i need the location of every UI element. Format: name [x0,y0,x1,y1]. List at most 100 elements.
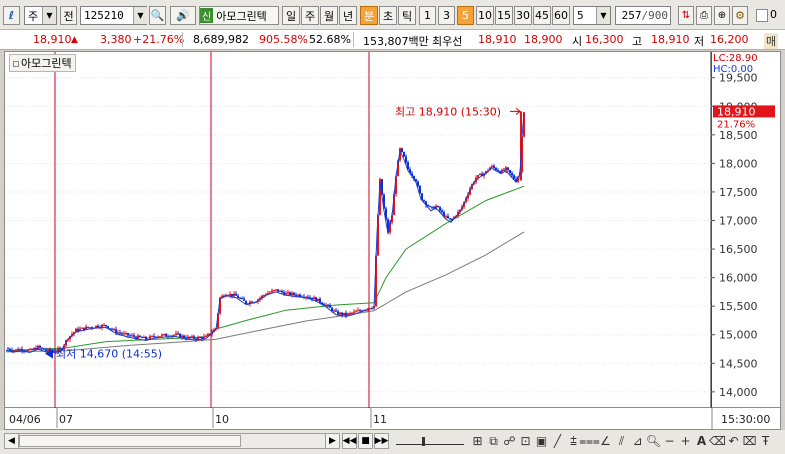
gann-tool-button[interactable]: ⊿ [630,432,645,450]
trend-tool-button[interactable]: ⩶ [579,432,600,450]
period-week-button[interactable]: 주 [301,6,319,25]
candle-body [9,348,11,351]
x-tick-label: 07 [59,413,73,426]
magnify-tool-button[interactable]: 🔍︎ [646,432,661,450]
delete-tool-button[interactable]: ⌫ [709,432,726,450]
price-chart-canvas: 최고 18,910 (15:30) 최저 14,670 (14:55) [5,52,712,409]
candle-body [319,298,321,303]
low-label: 저 [694,35,705,48]
x-tick-label: 11 [373,413,387,426]
candle-body [293,292,295,295]
ma20-line [5,185,525,352]
period-dropdown-button[interactable]: ▼ [42,7,56,24]
zoom-slider-handle[interactable] [422,437,425,446]
interval-5-button[interactable]: 5 [457,6,474,25]
settings-button[interactable]: ⚙ [732,6,748,25]
sync-checkbox[interactable] [756,9,768,22]
zoom-in-button[interactable]: + [678,432,693,450]
candle-body [273,290,275,292]
legend-label: 아모그린텍 [21,57,72,70]
interval-3-button[interactable]: 3 [438,6,455,25]
interval-10-button[interactable]: 10 [476,6,494,25]
period-day-label: 일 [285,9,297,23]
y-tick-label: 15,000 [719,329,758,342]
zoom-icon: ⊕ [717,10,727,21]
candle-body [143,336,145,338]
text-tool-button[interactable]: A [694,432,709,450]
candle-body [187,336,189,339]
zoom-button[interactable]: ⊕ [714,6,730,25]
pattern-tool-button[interactable]: ⊡ [518,432,533,450]
price-chart[interactable]: 최고 18,910 (15:30) 최저 14,670 (14:55) 아모그린텍 [4,51,712,409]
order-book-label[interactable]: 매 [764,33,779,49]
zoom-slider[interactable] [396,437,464,446]
high-label: 고 [632,35,643,48]
search-button[interactable]: 🔍 [149,6,166,25]
horizontal-scrollbar[interactable]: ◀ ▶ [4,433,340,449]
eraser-tool-button[interactable]: ⌧ [742,432,757,450]
channel-icon: ⫽ [618,433,625,448]
angle-tool-button[interactable]: ∠ [598,432,613,450]
interval-60-button[interactable]: 60 [552,6,570,25]
period-month-button[interactable]: 월 [320,6,338,25]
candle-body [269,292,271,294]
stock-code-dropdown[interactable]: ▼ [133,7,147,24]
sound-button[interactable]: 🔊 [170,6,196,25]
interval-45-button[interactable]: 45 [533,6,551,25]
pointer-tool-button[interactable]: ☍ [502,432,517,450]
rewind-button[interactable]: ◀◀ [342,433,357,449]
stock-legend[interactable]: 아모그린텍 [9,54,76,72]
crosshair-tool-button[interactable]: ⊞ [470,432,485,450]
interval-count-dropdown[interactable]: ▼ [596,7,610,24]
scroll-thumb[interactable] [19,435,241,447]
candle-body [191,336,193,338]
copy-icon: ⧉ [489,433,498,448]
current-price: 18,910 [33,33,72,46]
candle-body [177,333,179,335]
time-label: 15:30:00 [721,413,770,426]
candle-body [243,298,245,301]
scroll-right-button[interactable]: ▶ [325,433,340,449]
sync-checkbox-label: 0 [770,8,777,21]
candle-body [439,207,441,211]
candle-body [141,337,143,339]
open-price: 16,300 [585,33,624,46]
box-tool-button[interactable]: ▣ [534,432,549,450]
copy-tool-button[interactable]: ⧉ [486,432,501,450]
market-label: 전 [63,9,74,23]
candle-body [201,337,203,339]
period-day-button[interactable]: 일 [282,6,300,25]
interval-30-button[interactable]: 30 [514,6,532,25]
caret-right-icon: ▶ [329,436,336,446]
channel-tool-button[interactable]: ⫽ [614,432,629,450]
period-second-button[interactable]: 초 [379,6,397,25]
stop-button[interactable]: ■ [358,433,373,449]
font-tool-button[interactable]: Ŧ [758,432,773,450]
period-tick-button[interactable]: 틱 [398,6,416,25]
zoom-out-button[interactable]: − [662,432,677,450]
stock-name-field: 신 아모그린텍 [199,6,279,25]
undo-tool-button[interactable]: ↶ [726,432,741,450]
line-tool-button[interactable]: ╱ [550,432,565,450]
fast-forward-button[interactable]: ▶▶ [374,433,389,449]
new-listing-badge: 신 [200,8,214,23]
candle-body [125,333,127,335]
divider [353,32,354,47]
period-minute-button[interactable]: 분 [360,6,378,25]
candle-body [233,293,235,297]
candle-body [139,335,141,338]
interval-1-button[interactable]: 1 [419,6,436,25]
price-axis-canvas: 19,50019,00018,50018,00017,50017,00016,5… [711,52,775,409]
market-button[interactable]: 전 [60,6,77,25]
order-button[interactable]: ⇅ [678,6,694,25]
candle-body [7,348,9,350]
period-year-button[interactable]: 년 [339,6,357,25]
candle-body [337,311,339,315]
interval-15-button[interactable]: 15 [495,6,513,25]
page-count-field[interactable]: 257/900 [615,6,671,25]
print-button[interactable]: ⎙ [696,6,712,25]
interval-3-label: 3 [443,9,450,22]
scroll-left-button[interactable]: ◀ [4,433,19,449]
price-axis[interactable]: 19,50019,00018,50018,00017,50017,00016,5… [711,51,781,409]
chart-menu-button[interactable]: ℓ [3,6,20,25]
